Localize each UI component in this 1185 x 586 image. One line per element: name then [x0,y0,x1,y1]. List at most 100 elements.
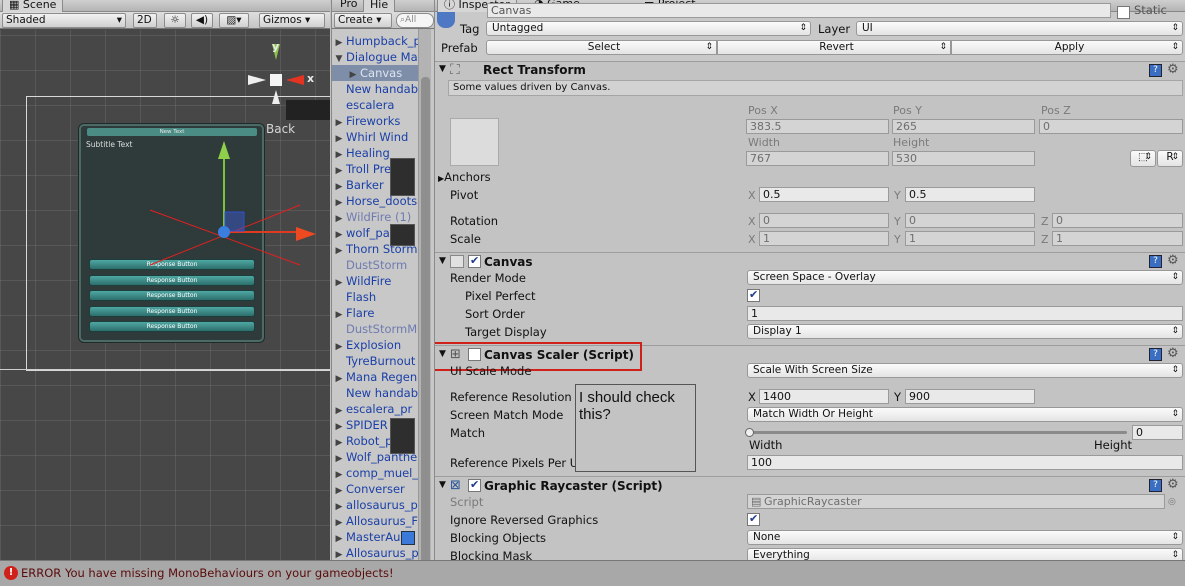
x-axis-arrow-icon[interactable] [296,227,316,241]
fold-arrow-icon[interactable]: ▼ [439,256,446,266]
blocking-objects-dropdown[interactable]: None [747,530,1183,545]
response-button[interactable]: Response Button [89,321,255,332]
status-bar[interactable]: ! ERROR You have missing MonoBehaviours … [0,560,1185,586]
screen-match-mode-dropdown[interactable]: Match Width Or Height [747,407,1183,422]
raycaster-enabled-checkbox[interactable] [468,478,481,492]
hierarchy-item[interactable]: ▶ Humpback_p [332,33,421,49]
tab-scene[interactable]: ▦ Scene [2,0,64,12]
tag-dropdown[interactable]: Untagged [486,21,811,36]
hierarchy-item[interactable]: ▶ Converser [332,481,418,497]
canvas-enabled-checkbox[interactable] [468,254,481,268]
rotation-y-field[interactable]: 0 [905,213,1035,228]
object-picker-icon[interactable]: ◎ [1168,497,1176,507]
layer-dropdown[interactable]: UI [856,21,1183,36]
y-axis-arrow-icon[interactable] [218,141,230,159]
static-checkbox[interactable] [1117,6,1130,19]
raw-edit-button[interactable]: R [1157,150,1183,167]
hierarchy-item[interactable]: ▶ Flare [332,305,418,321]
match-slider-track[interactable] [749,431,1127,434]
rect-transform-header[interactable]: ▼ ⛶ Rect Transform ? ⚙ [435,61,1185,79]
hierarchy-item[interactable]: escalera [332,97,418,113]
rotation-x-field[interactable]: 0 [759,213,889,228]
scrollbar-thumb[interactable] [421,77,430,567]
posy-field[interactable]: 265 [892,119,1035,134]
help-icon[interactable]: ? [1149,64,1162,77]
status-message[interactable]: ERROR You have missing MonoBehaviours on… [21,566,394,580]
shading-dropdown[interactable]: Shaded ▾ [2,13,126,28]
hierarchy-item[interactable]: Flash [332,289,418,305]
target-display-dropdown[interactable]: Display 1 [747,324,1183,339]
width-field[interactable]: 767 [746,151,889,166]
script-field[interactable]: ▤ GraphicRaycaster [747,494,1165,509]
hierarchy-item[interactable]: ▶ Fireworks [332,113,418,129]
hierarchy-item[interactable]: ▶ Mana Regen [332,369,418,385]
graphic-raycaster-header[interactable]: ▼ ⊠ Graphic Raycaster (Script) ? ⚙ [435,476,1185,494]
lighting-icon[interactable]: ☼ [164,13,186,28]
gear-icon[interactable]: ⚙ [1167,346,1179,361]
fold-arrow-icon[interactable]: ▶ [332,547,346,560]
posz-field[interactable]: 0 [1039,119,1183,134]
help-icon[interactable]: ? [1149,255,1162,268]
pivot-x-field[interactable]: 0.5 [759,187,889,202]
response-button[interactable]: Response Button [89,306,255,317]
tab-hierarchy[interactable]: Hie [363,0,396,12]
hierarchy-item[interactable]: New handab [332,385,418,401]
blueprint-mode-button[interactable]: ⬚ [1130,150,1156,167]
render-mode-dropdown[interactable]: Screen Space - Overlay [747,270,1183,285]
anchor-preset-button[interactable] [450,118,499,166]
prefab-revert-button[interactable]: Revert [717,40,951,55]
hierarchy-item[interactable]: ▶ Allosaurus_F [332,513,418,529]
posx-field[interactable]: 383.5 [746,119,889,134]
hierarchy-item[interactable]: ▶ Whirl Wind [332,129,418,145]
gizmos-dropdown[interactable]: Gizmos ▾ [259,13,325,28]
hierarchy-item[interactable]: ▼ Dialogue Ma [332,49,418,65]
scale-z-field[interactable]: 1 [1052,231,1183,246]
ignore-reversed-checkbox[interactable] [747,512,760,526]
hierarchy-item[interactable]: New handab [332,81,418,97]
toggle-2d-button[interactable]: 2D [133,13,157,28]
anchors-foldout[interactable]: ▶Anchors [438,170,491,184]
canvas-component-header[interactable]: ▼ Canvas ? ⚙ [435,252,1185,270]
object-name-field[interactable]: Canvas [487,3,1111,18]
audio-icon[interactable]: ◀) [191,13,213,28]
hierarchy-item[interactable]: TyreBurnout [332,353,418,369]
match-slider-handle[interactable] [745,428,754,437]
hierarchy-item[interactable]: ▶ WildFire (1) [332,209,418,225]
pixel-perfect-checkbox[interactable] [747,288,760,302]
inspector-panel[interactable]: ⓘ Inspector ◕ Game ▬ Project Canvas Stat… [434,0,1185,560]
gizmo-center[interactable] [218,226,230,238]
response-button[interactable]: Response Button [89,290,255,301]
response-button[interactable]: Response Button [89,275,255,286]
reference-ppu-field[interactable]: 100 [747,455,1183,470]
scale-x-field[interactable]: 1 [759,231,889,246]
help-icon[interactable]: ? [1149,348,1162,361]
move-tool-gizmo[interactable] [140,135,330,270]
help-icon[interactable]: ? [1149,479,1162,492]
hierarchy-item[interactable]: ▶ Canvas [332,65,418,81]
hierarchy-item[interactable]: DustStormM [332,321,418,337]
hierarchy-item[interactable]: ▶ WildFire [332,273,418,289]
match-value-field[interactable]: 0 [1132,425,1183,440]
reference-resolution-x-field[interactable]: 1400 [759,389,889,404]
blocking-mask-dropdown[interactable]: Everything [747,548,1183,560]
ui-scale-mode-dropdown[interactable]: Scale With Screen Size [747,363,1183,378]
hierarchy-item[interactable]: ▶ escalera_pr [332,401,418,417]
scene-panel[interactable]: ▦ Scene Shaded ▾ 2D ☼ ◀) ▨▾ Gizmos ▾ y x … [0,0,330,560]
scale-y-field[interactable]: 1 [905,231,1035,246]
hierarchy-item[interactable]: ▶ Allosaurus_p [332,545,419,560]
hierarchy-item[interactable]: ▶ allosaurus_p [332,497,418,513]
pivot-y-field[interactable]: 0.5 [905,187,1035,202]
prefab-select-button[interactable]: Select [486,40,717,55]
fold-arrow-icon[interactable]: ▼ [439,480,446,490]
prefab-apply-button[interactable]: Apply [951,40,1183,55]
reference-resolution-y-field[interactable]: 900 [905,389,1035,404]
gear-icon[interactable]: ⚙ [1167,477,1179,492]
create-dropdown[interactable]: Create ▾ [334,13,392,28]
gear-icon[interactable]: ⚙ [1167,62,1179,77]
height-field[interactable]: 530 [892,151,1035,166]
fold-arrow-icon[interactable]: ▼ [439,64,446,74]
effects-icon[interactable]: ▨▾ [219,13,249,28]
gear-icon[interactable]: ⚙ [1167,253,1179,268]
sort-order-field[interactable]: 1 [747,306,1183,321]
hierarchy-item[interactable]: ▶ Explosion [332,337,418,353]
